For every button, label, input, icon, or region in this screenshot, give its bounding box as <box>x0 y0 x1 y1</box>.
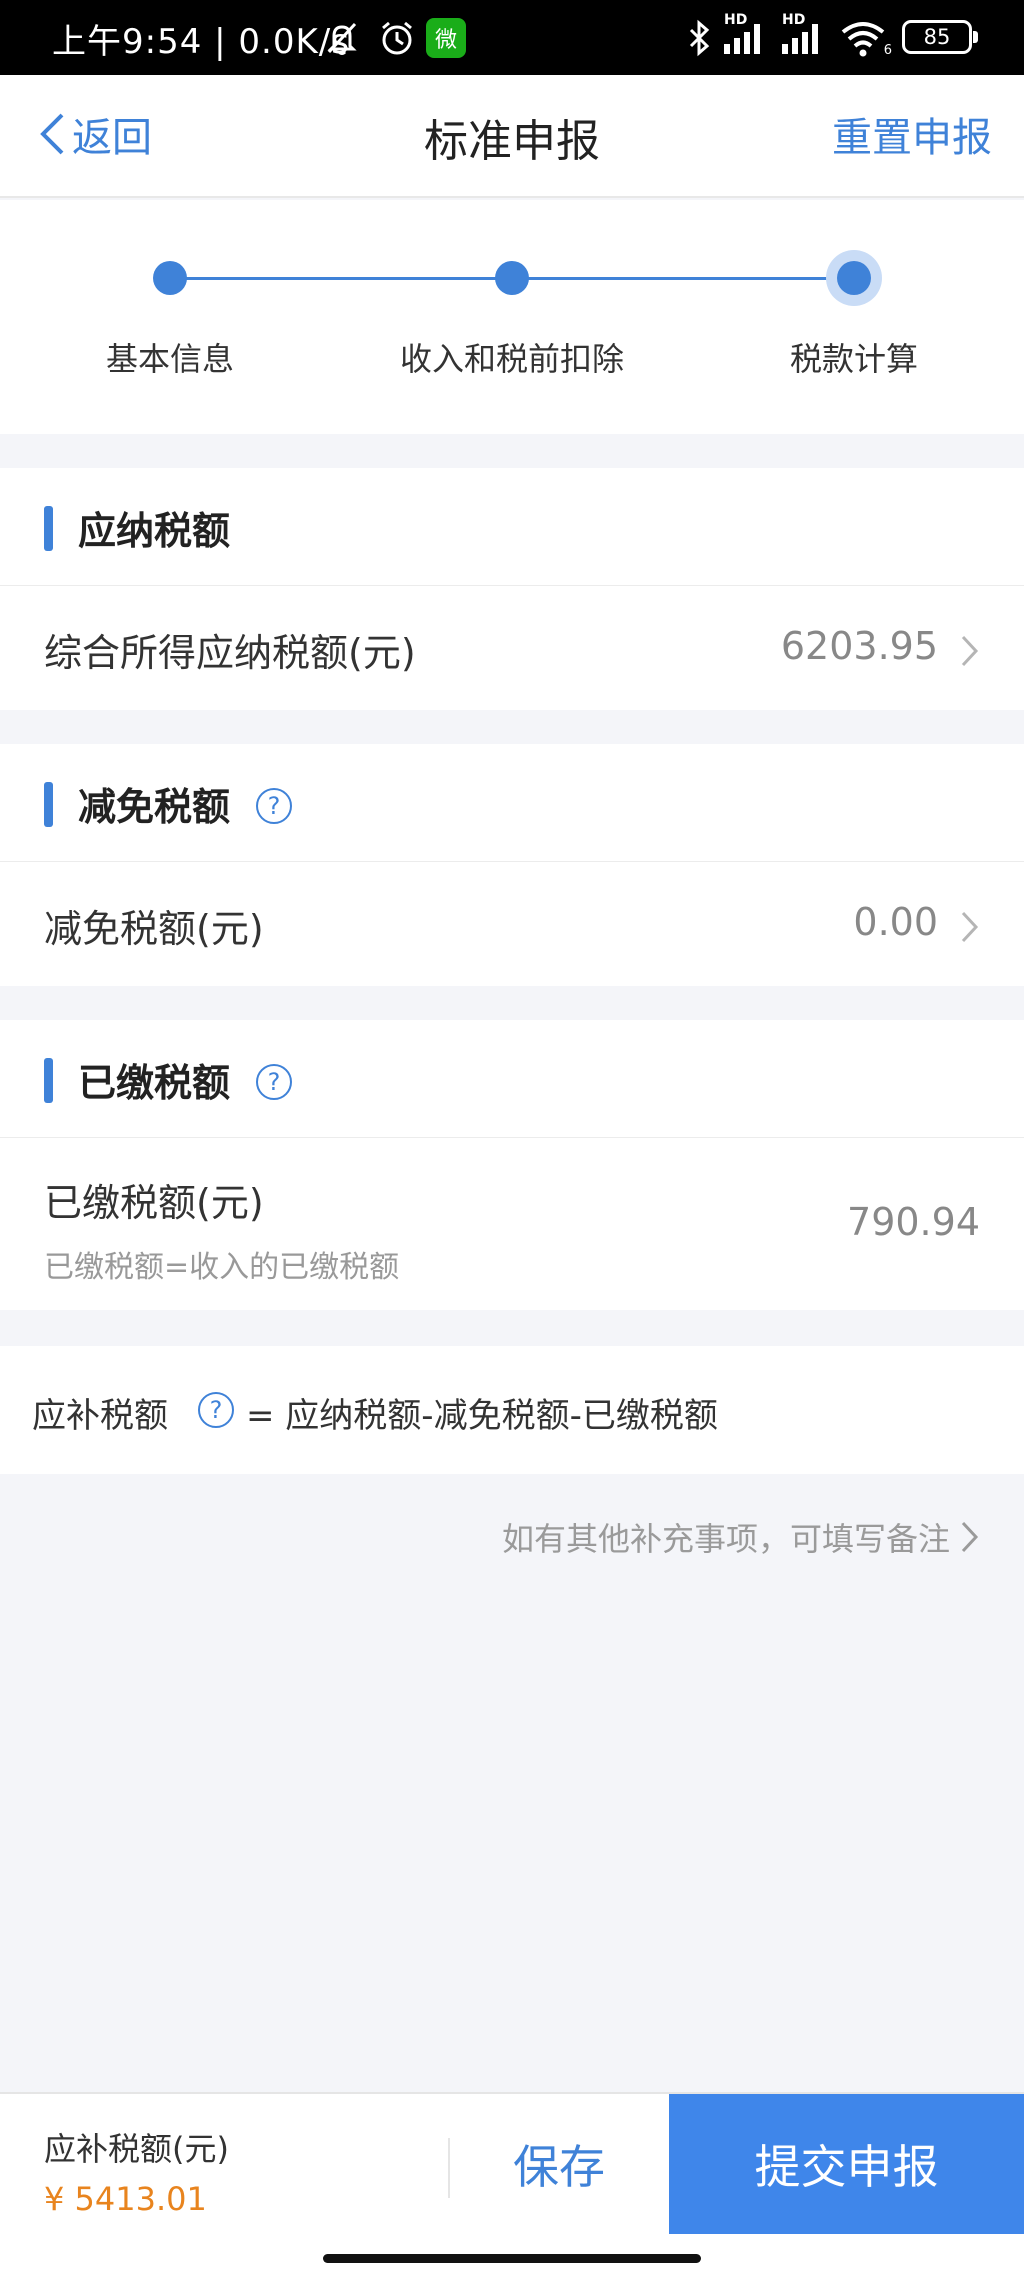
step-connector-1 <box>170 277 512 280</box>
step-connector-2 <box>512 277 856 280</box>
chevron-right-icon <box>961 635 979 667</box>
step-label-basic-info: 基本信息 <box>105 340 234 378</box>
step-label-income: 收入和税前扣除 <box>399 340 624 378</box>
formula-row: 应补税额 ? = 应纳税额-减免税额-已缴税额 <box>0 1346 1024 1474</box>
step-dot-basic-info <box>153 261 187 295</box>
step-dot-income <box>495 261 529 295</box>
section-title: 减免税额 <box>78 785 231 829</box>
payable-tax-row[interactable]: 综合所得应纳税额(元) 6203.95 <box>0 586 1024 710</box>
row-value: 6203.95 <box>780 624 938 668</box>
bell-off-icon <box>322 18 362 58</box>
row-value: 790.94 <box>847 1200 980 1244</box>
chevron-right-icon <box>961 1521 979 1553</box>
cell-signal-2-icon: HD <box>782 12 818 58</box>
paid-tax-row: 已缴税额(元) 已缴税额=收入的已缴税额 790.94 <box>0 1138 1024 1308</box>
formula-expression: = 应纳税额-减免税额-已缴税额 <box>246 1396 718 1436</box>
add-remark-link[interactable]: 如有其他补充事项，可填写备注 <box>502 1514 980 1560</box>
row-label: 减免税额(元) <box>44 907 264 951</box>
section-tax-reduction: 减免税额 ? 减免税额(元) 0.00 <box>0 744 1024 986</box>
remark-text: 如有其他补充事项，可填写备注 <box>501 1520 950 1558</box>
reset-declaration-button[interactable]: 重置申报 <box>832 105 992 163</box>
step-indicator: 基本信息 收入和税前扣除 税款计算 <box>0 200 1024 434</box>
home-indicator[interactable] <box>323 2254 701 2263</box>
row-label: 已缴税额(元) <box>44 1181 264 1225</box>
save-button[interactable]: 保存 <box>450 2094 668 2234</box>
chevron-right-icon <box>961 911 979 943</box>
step-label-tax-calc: 税款计算 <box>789 340 918 378</box>
wifi-icon: 6 <box>840 18 892 58</box>
status-time: 上午9:54 | 0.0K/s <box>52 22 350 62</box>
alarm-icon <box>377 18 417 58</box>
bottom-action-bar: 应补税额(元) ¥ 5413.01 保存 提交申报 <box>0 2092 1024 2276</box>
status-bar: 上午9:54 | 0.0K/s 微 HD HD 6 85 <box>0 0 1024 75</box>
step-dot-tax-calc <box>826 250 882 306</box>
help-icon[interactable]: ? <box>256 788 292 824</box>
row-value: 0.00 <box>853 900 938 944</box>
submit-declaration-button[interactable]: 提交申报 <box>669 2094 1024 2234</box>
section-title: 应纳税额 <box>78 509 231 553</box>
amount-due-label: 应补税额(元) <box>44 2130 229 2168</box>
help-icon[interactable]: ? <box>256 1064 292 1100</box>
battery-icon: 85 <box>902 20 978 54</box>
tax-reduction-row[interactable]: 减免税额(元) 0.00 <box>0 862 1024 986</box>
help-icon[interactable]: ? <box>198 1392 234 1428</box>
bluetooth-icon <box>684 18 714 58</box>
nav-bar: 返回 标准申报 重置申报 <box>0 75 1024 198</box>
section-marker <box>44 1058 53 1103</box>
section-title: 已缴税额 <box>78 1061 231 1105</box>
section-paid-tax: 已缴税额 ? 已缴税额(元) 已缴税额=收入的已缴税额 790.94 <box>0 1020 1024 1310</box>
section-marker <box>44 506 53 551</box>
cell-signal-1-icon: HD <box>724 12 760 58</box>
section-marker <box>44 782 53 827</box>
section-payable-tax: 应纳税额 综合所得应纳税额(元) 6203.95 <box>0 468 1024 710</box>
row-sublabel: 已缴税额=收入的已缴税额 <box>44 1250 400 1285</box>
row-label: 综合所得应纳税额(元) <box>44 631 416 675</box>
amount-due-value: ¥ 5413.01 <box>44 2180 207 2218</box>
formula-label: 应补税额 <box>32 1396 168 1436</box>
wechat-icon: 微 <box>426 18 466 58</box>
